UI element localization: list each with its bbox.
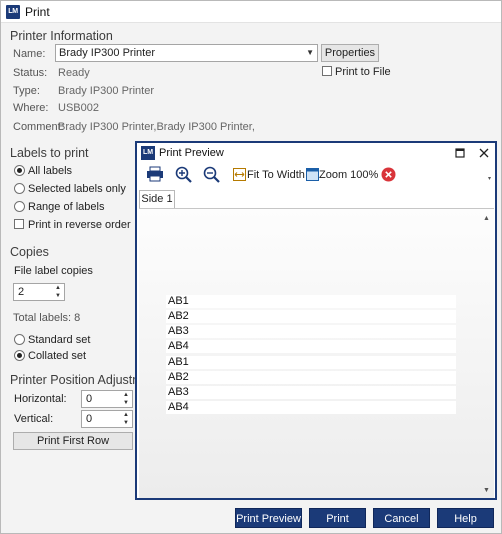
comment-value: Brady IP300 Printer,Brady IP300 Printer, [58, 121, 255, 133]
collated-set-label: Collated set [28, 350, 87, 362]
fit-to-width-icon[interactable] [233, 168, 246, 181]
label-preview-row: AB4 [166, 340, 456, 353]
close-icon[interactable] [479, 148, 489, 158]
print-preview-window: LM Print Preview Fit To Width Zoom 100% … [135, 141, 497, 500]
stepper-arrows-icon[interactable]: ▲ ▼ [54, 284, 62, 300]
maximize-icon[interactable] [455, 148, 465, 158]
collated-set-radio[interactable] [14, 350, 25, 361]
app-logo-icon: LM [6, 5, 20, 19]
labels-to-print-heading: Labels to print [10, 146, 89, 160]
standard-set-radio[interactable] [14, 334, 25, 345]
app-logo-icon: LM [141, 146, 155, 160]
copies-heading: Copies [10, 245, 49, 259]
vertical-label: Vertical: [14, 413, 54, 425]
zoom-100-button[interactable]: Zoom 100% [319, 169, 378, 181]
file-label-copies-label: File label copies [14, 265, 93, 277]
horizontal-label: Horizontal: [14, 393, 67, 405]
selected-labels-label: Selected labels only [28, 183, 126, 195]
zoom-out-icon[interactable] [203, 166, 220, 183]
range-of-labels-radio[interactable] [14, 201, 25, 212]
type-label: Type: [13, 85, 40, 97]
tab-side-1[interactable]: Side 1 [139, 190, 175, 208]
scroll-up-icon[interactable]: ▲ [483, 215, 490, 222]
preview-canvas: ▲ ▼ AB1 AB2 AB3 AB4 AB1 AB2 AB3 AB4 [139, 208, 494, 498]
label-preview-row: AB4 [166, 401, 456, 414]
cancel-button[interactable]: Cancel [373, 508, 430, 528]
status-label: Status: [13, 67, 48, 79]
reverse-order-checkbox[interactable] [14, 219, 24, 229]
printer-name-value: Brady IP300 Printer [59, 47, 155, 59]
where-label: Where: [13, 102, 49, 114]
fit-to-width-button[interactable]: Fit To Width [247, 169, 305, 181]
all-labels-label: All labels [28, 165, 73, 177]
where-value: USB002 [58, 102, 99, 114]
copies-value: 2 [18, 286, 25, 298]
title-bar: LM Print [1, 1, 501, 23]
print-to-file-checkbox[interactable] [322, 66, 332, 76]
printer-information-heading: Printer Information [10, 29, 113, 43]
help-button[interactable]: Help [437, 508, 494, 528]
print-preview-button[interactable]: Print Preview [235, 508, 302, 528]
print-first-row-button[interactable]: Print First Row [13, 432, 133, 450]
print-button[interactable]: Print [309, 508, 366, 528]
horizontal-value: 0 [86, 393, 93, 405]
type-value: Brady IP300 Printer [58, 85, 154, 97]
vertical-value: 0 [86, 413, 93, 425]
properties-button[interactable]: Properties [321, 44, 379, 62]
name-label: Name: [13, 48, 46, 60]
standard-set-label: Standard set [28, 334, 91, 346]
printer-name-select[interactable]: Brady IP300 Printer ▼ [55, 44, 318, 62]
reverse-order-label: Print in reverse order [28, 219, 131, 231]
comment-label: Comment: [13, 121, 64, 133]
printer-icon[interactable] [146, 166, 164, 182]
close-preview-icon[interactable] [381, 167, 396, 182]
zoom-in-icon[interactable] [175, 166, 192, 183]
label-preview-row: AB1 [166, 356, 456, 369]
preview-title-bar: LM Print Preview [137, 143, 495, 163]
print-dialog: LM Print Printer Information Name: Brady… [0, 0, 502, 534]
toolbar-overflow-icon[interactable]: ▾ [488, 175, 491, 182]
status-value: Ready [58, 67, 90, 79]
label-preview-row: AB3 [166, 325, 456, 338]
stepper-arrows-icon[interactable]: ▲ ▼ [122, 411, 130, 427]
horizontal-stepper[interactable]: 0 ▲ ▼ [81, 390, 133, 408]
label-preview-row: AB2 [166, 310, 456, 323]
total-labels: Total labels: 8 [13, 312, 81, 324]
selected-labels-radio[interactable] [14, 183, 25, 194]
scroll-down-icon[interactable]: ▼ [483, 487, 490, 494]
print-to-file-label: Print to File [335, 66, 391, 78]
preview-toolbar: Fit To Width Zoom 100% ▾ [137, 163, 495, 187]
zoom-100-icon[interactable] [306, 168, 319, 181]
range-of-labels-label: Range of labels [28, 201, 105, 213]
stepper-arrows-icon[interactable]: ▲ ▼ [122, 391, 130, 407]
copies-stepper[interactable]: 2 ▲ ▼ [13, 283, 65, 301]
label-preview-row: AB3 [166, 386, 456, 399]
all-labels-radio[interactable] [14, 165, 25, 176]
label-preview-row: AB2 [166, 371, 456, 384]
window-title: Print [25, 5, 50, 19]
chevron-down-icon: ▼ [306, 48, 314, 57]
preview-title: Print Preview [159, 147, 224, 159]
label-preview-row: AB1 [166, 295, 456, 308]
vertical-stepper[interactable]: 0 ▲ ▼ [81, 410, 133, 428]
